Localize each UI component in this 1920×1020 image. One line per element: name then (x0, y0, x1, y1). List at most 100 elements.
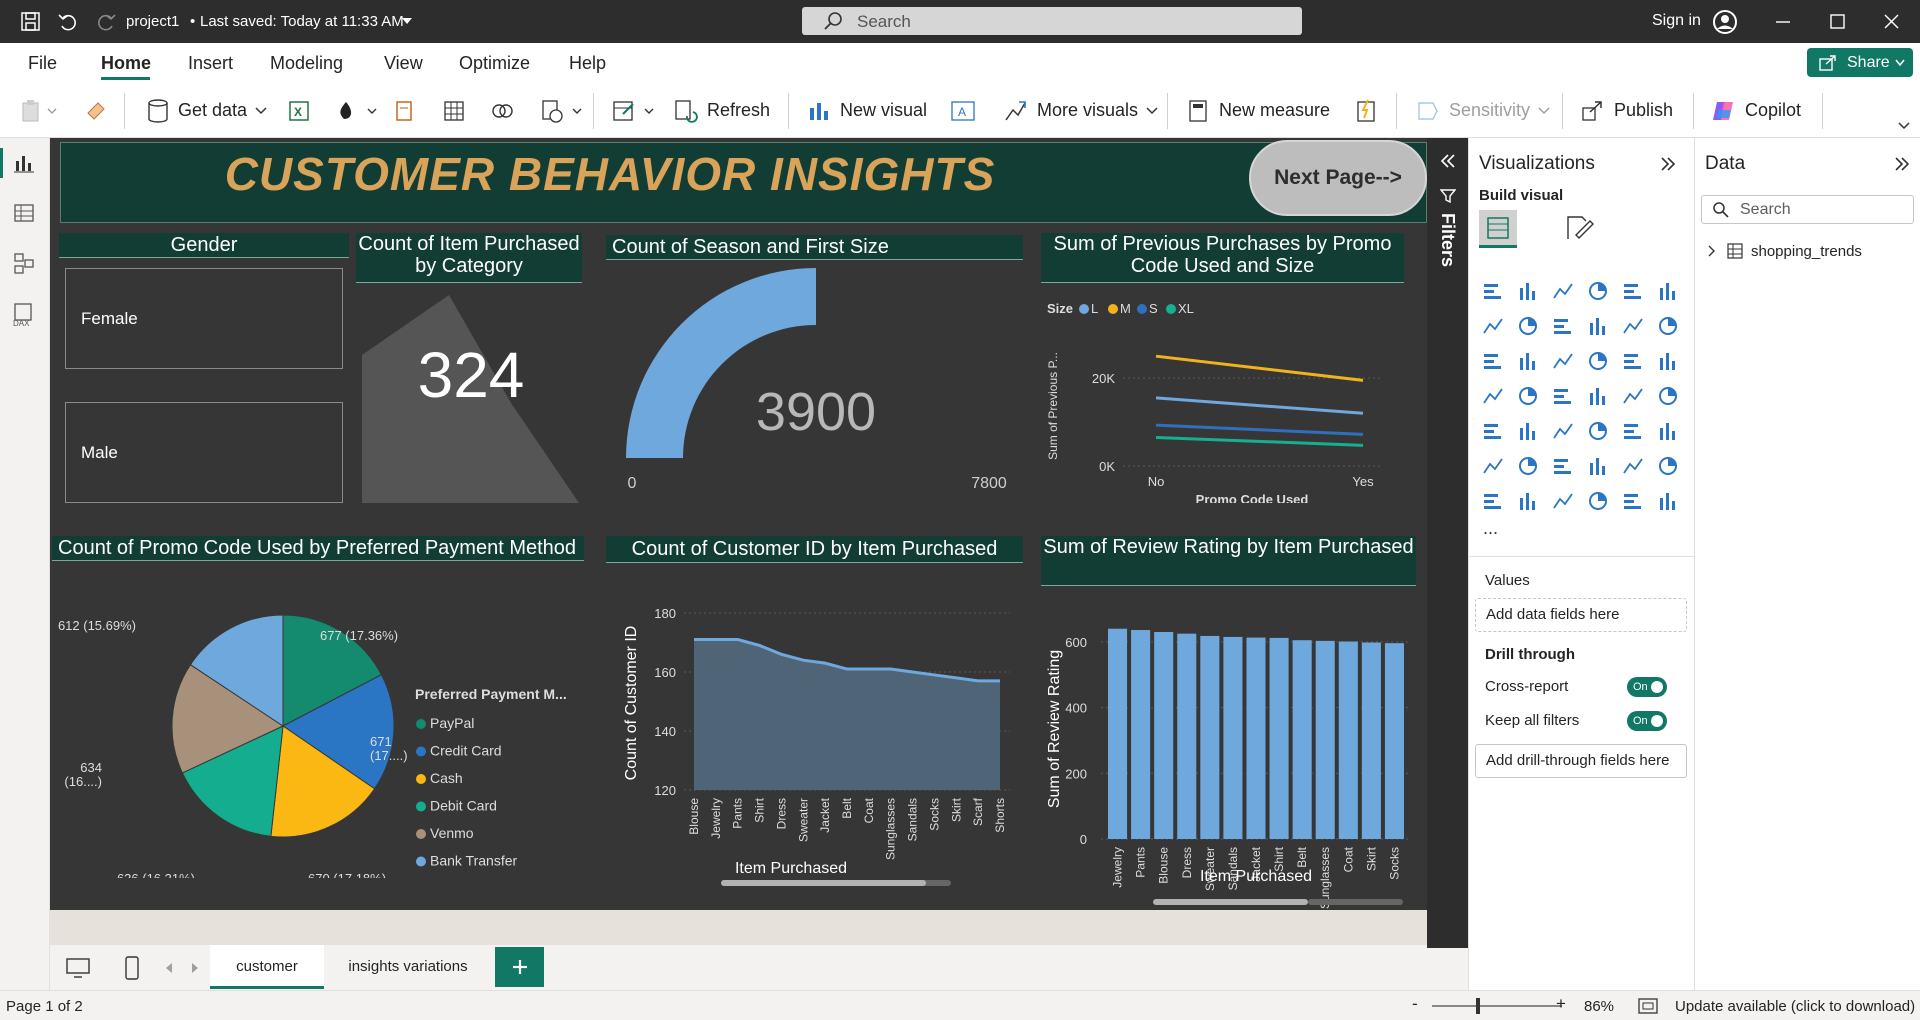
visual-gauge-icon[interactable] (1620, 383, 1646, 409)
refresh-button[interactable]: Refresh (673, 83, 770, 138)
report-view-icon[interactable] (13, 152, 35, 174)
visual-matrix-icon[interactable] (1620, 418, 1646, 444)
gender-option-male[interactable]: Male (65, 402, 343, 503)
get-data-button[interactable]: Get data (146, 83, 267, 138)
cross-report-toggle[interactable]: On (1627, 677, 1667, 697)
fit-to-page-icon[interactable] (1638, 998, 1658, 1014)
excel-button[interactable]: X (287, 83, 311, 138)
visual-paginated-report-icon[interactable] (1655, 453, 1681, 479)
visual-power-apps-icon[interactable] (1515, 488, 1541, 514)
collapse-pane-icon[interactable] (1659, 156, 1677, 172)
tab-file[interactable]: File (28, 53, 57, 74)
copilot-button[interactable]: Copilot (1711, 83, 1801, 138)
minimize-icon[interactable] (1775, 20, 1791, 24)
chevron-down-icon[interactable] (401, 17, 413, 27)
table-view-icon[interactable] (13, 202, 35, 224)
visual-ribbon-icon[interactable] (1620, 313, 1646, 339)
visual-decomposition-tree-icon[interactable] (1550, 453, 1576, 479)
filters-pane-collapsed[interactable]: Filters (1427, 138, 1468, 948)
tab-optimize[interactable]: Optimize (459, 53, 530, 74)
visual-line-icon[interactable] (1480, 313, 1506, 339)
visual-map-icon[interactable] (1515, 383, 1541, 409)
visual-filled-map-icon[interactable] (1550, 383, 1576, 409)
visual-table-icon[interactable] (1585, 418, 1611, 444)
enter-data-button[interactable] (442, 83, 466, 138)
visual-python-visual-icon[interactable] (1480, 453, 1506, 479)
visual-scatter-icon[interactable] (1585, 348, 1611, 374)
undo-icon[interactable] (57, 11, 79, 33)
visual-clustered-bar-icon[interactable] (1550, 278, 1576, 304)
zoom-out-button[interactable]: - (1412, 994, 1418, 1014)
page-tab-customer[interactable]: customer (210, 945, 324, 989)
data-model-button[interactable] (611, 83, 657, 138)
format-painter-button[interactable] (84, 83, 108, 138)
visual-card-icon[interactable] (1655, 383, 1681, 409)
more-visuals-button[interactable]: More visuals (1003, 83, 1158, 138)
new-measure-button[interactable]: New measure (1185, 83, 1330, 138)
visual-power-automate-icon[interactable] (1550, 488, 1576, 514)
tab-help[interactable]: Help (569, 53, 606, 74)
visual-r-visual-icon[interactable] (1655, 418, 1681, 444)
quick-measure-button[interactable] (1353, 83, 1379, 138)
visual-metrics-icon[interactable] (1480, 488, 1506, 514)
dataverse-button[interactable] (392, 83, 416, 138)
recent-sources-button[interactable] (540, 83, 586, 138)
transform-data-button[interactable] (490, 83, 516, 138)
scroll-left-icon[interactable] (164, 962, 174, 974)
account-icon[interactable] (1712, 9, 1738, 35)
visual-funnel-icon[interactable] (1550, 348, 1576, 374)
desktop-layout-icon[interactable] (65, 957, 91, 979)
visual-key-influencers-icon[interactable] (1515, 453, 1541, 479)
mobile-layout-icon[interactable] (124, 955, 140, 981)
redo-icon[interactable] (95, 11, 117, 33)
update-notice[interactable]: Update available (click to download) (1675, 998, 1915, 1015)
collapse-pane-icon[interactable] (1893, 156, 1911, 172)
visual-stacked-column-icon[interactable] (1515, 278, 1541, 304)
visual-slicer-icon[interactable] (1550, 418, 1576, 444)
table-node-shopping-trends[interactable]: shopping_trends (1707, 240, 1907, 264)
visual-waterfall-icon[interactable] (1655, 313, 1681, 339)
visual-stacked-bar-icon[interactable] (1480, 278, 1506, 304)
values-well[interactable]: Add data fields here (1475, 598, 1687, 632)
share-button[interactable]: Share (1807, 48, 1913, 77)
add-page-button[interactable] (495, 947, 544, 987)
visual-clustered-column-icon[interactable] (1585, 278, 1611, 304)
tab-insert[interactable]: Insert (188, 53, 233, 74)
visual-line-area-icon[interactable] (1480, 348, 1506, 374)
save-icon[interactable] (20, 11, 42, 33)
text-box-button[interactable]: A (950, 83, 976, 138)
save-status[interactable]: Last saved: Today at 11:33 AM (200, 13, 404, 30)
keep-filters-toggle[interactable]: On (1627, 711, 1667, 731)
paste-button[interactable] (20, 83, 60, 138)
collapse-ribbon-icon[interactable] (1898, 122, 1910, 130)
zoom-in-button[interactable]: + (1556, 994, 1566, 1014)
visual-stacked-area-icon[interactable] (1550, 313, 1576, 339)
visual-goals-icon[interactable] (1585, 488, 1611, 514)
visual-pie-icon[interactable] (1620, 348, 1646, 374)
new-visual-button[interactable]: New visual (806, 83, 927, 138)
data-search-input[interactable]: Search (1701, 195, 1914, 224)
file-name[interactable]: project1 (126, 13, 179, 30)
sign-in-link[interactable]: Sign in (1652, 12, 1701, 30)
page-tab-insights-variations[interactable]: insights variations (324, 945, 492, 989)
visual-qa-icon[interactable] (1585, 453, 1611, 479)
zoom-slider-thumb[interactable] (1476, 998, 1480, 1014)
visual-diamond-icon[interactable] (1620, 488, 1646, 514)
tab-home[interactable]: Home (101, 53, 151, 74)
visual-combo-icon[interactable] (1515, 348, 1541, 374)
visual-multi-card-icon[interactable] (1480, 418, 1506, 444)
search-box[interactable]: Search (802, 7, 1302, 35)
maximize-icon[interactable] (1830, 14, 1845, 29)
visual-line-column-icon[interactable] (1585, 313, 1611, 339)
sensitivity-button[interactable]: Sensitivity (1415, 83, 1550, 138)
publish-button[interactable]: Publish (1580, 83, 1673, 138)
scroll-right-icon[interactable] (190, 962, 200, 974)
expand-filters-icon[interactable] (1439, 153, 1457, 169)
dax-query-view-icon[interactable]: DAX (11, 302, 37, 328)
tab-view[interactable]: View (384, 53, 423, 74)
onelake-button[interactable] (334, 83, 380, 138)
tab-modeling[interactable]: Modeling (270, 53, 343, 74)
gender-option-female[interactable]: Female (65, 268, 343, 369)
visual-donut-icon[interactable] (1655, 348, 1681, 374)
more-visuals-ellipsis[interactable]: ... (1483, 518, 1498, 539)
